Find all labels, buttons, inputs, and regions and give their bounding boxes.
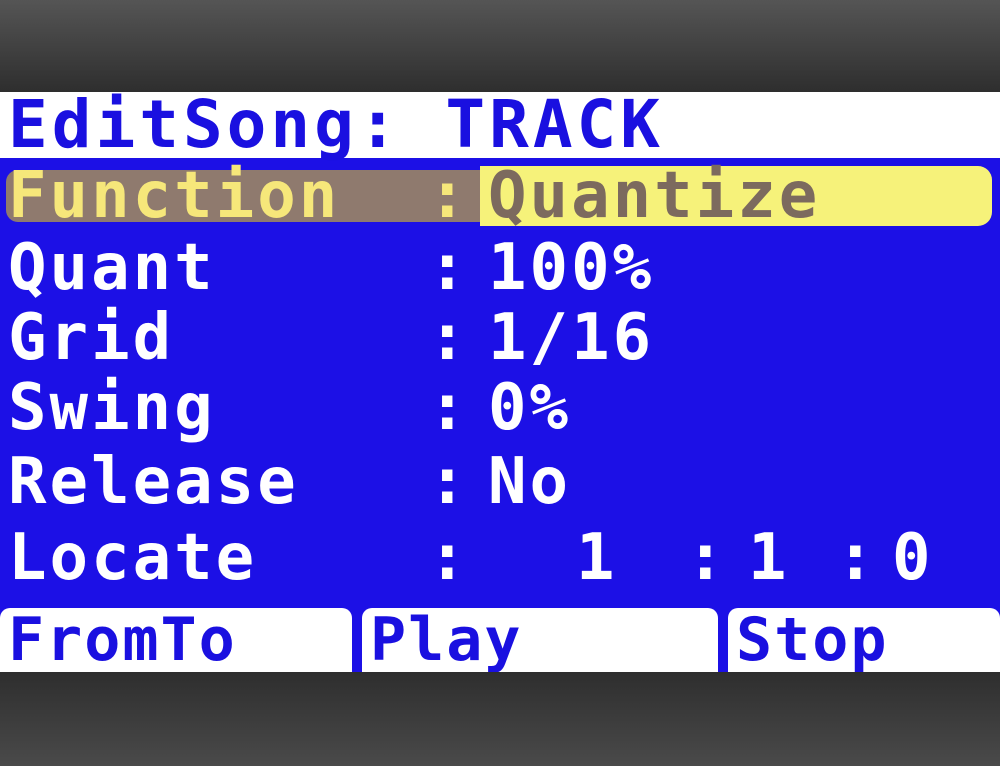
param-label: Grid: [8, 301, 175, 375]
locate-beat-value[interactable]: 1: [748, 526, 790, 590]
param-row-function[interactable]: Function : Quantize: [0, 164, 1000, 228]
param-value[interactable]: Quantize: [488, 164, 820, 228]
param-row-locate[interactable]: Locate : 1 : 1 : 0: [0, 526, 1000, 590]
param-separator: :: [428, 301, 467, 375]
param-label: Release: [8, 445, 299, 519]
param-row-swing[interactable]: Swing : 0%: [0, 376, 1000, 440]
param-separator: :: [428, 445, 467, 519]
param-label: Function: [8, 159, 341, 233]
param-value[interactable]: 1/16: [488, 306, 654, 370]
param-separator: :: [428, 371, 467, 445]
param-separator: :: [428, 159, 467, 233]
play-softkey[interactable]: Play: [362, 608, 718, 672]
device-bezel-top: [0, 0, 1000, 92]
param-label: Locate: [8, 521, 258, 595]
param-value[interactable]: 100%: [488, 236, 654, 300]
locate-separator: :: [686, 521, 728, 595]
fromto-softkey[interactable]: FromTo: [0, 608, 352, 672]
param-row-grid[interactable]: Grid : 1/16: [0, 306, 1000, 370]
locate-tick-value[interactable]: 0: [892, 526, 934, 590]
param-separator: :: [428, 521, 467, 595]
param-row-quant[interactable]: Quant : 100%: [0, 236, 1000, 300]
device-bezel-bottom: [0, 672, 1000, 766]
softkey-bar: FromTo Play Stop: [0, 600, 1000, 672]
param-separator: :: [428, 231, 467, 305]
param-value[interactable]: 0%: [488, 376, 571, 440]
param-label: Quant: [8, 231, 216, 305]
screen-title: EditSong: TRACK: [0, 92, 1000, 158]
locate-bar-value[interactable]: 1: [576, 526, 618, 590]
stop-softkey[interactable]: Stop: [728, 608, 1000, 672]
locate-separator: :: [836, 521, 878, 595]
param-value[interactable]: No: [488, 450, 571, 514]
param-label: Swing: [8, 371, 216, 445]
param-row-release[interactable]: Release : No: [0, 450, 1000, 514]
lcd-screen: EditSong: TRACK Function : Quantize Quan…: [0, 92, 1000, 672]
